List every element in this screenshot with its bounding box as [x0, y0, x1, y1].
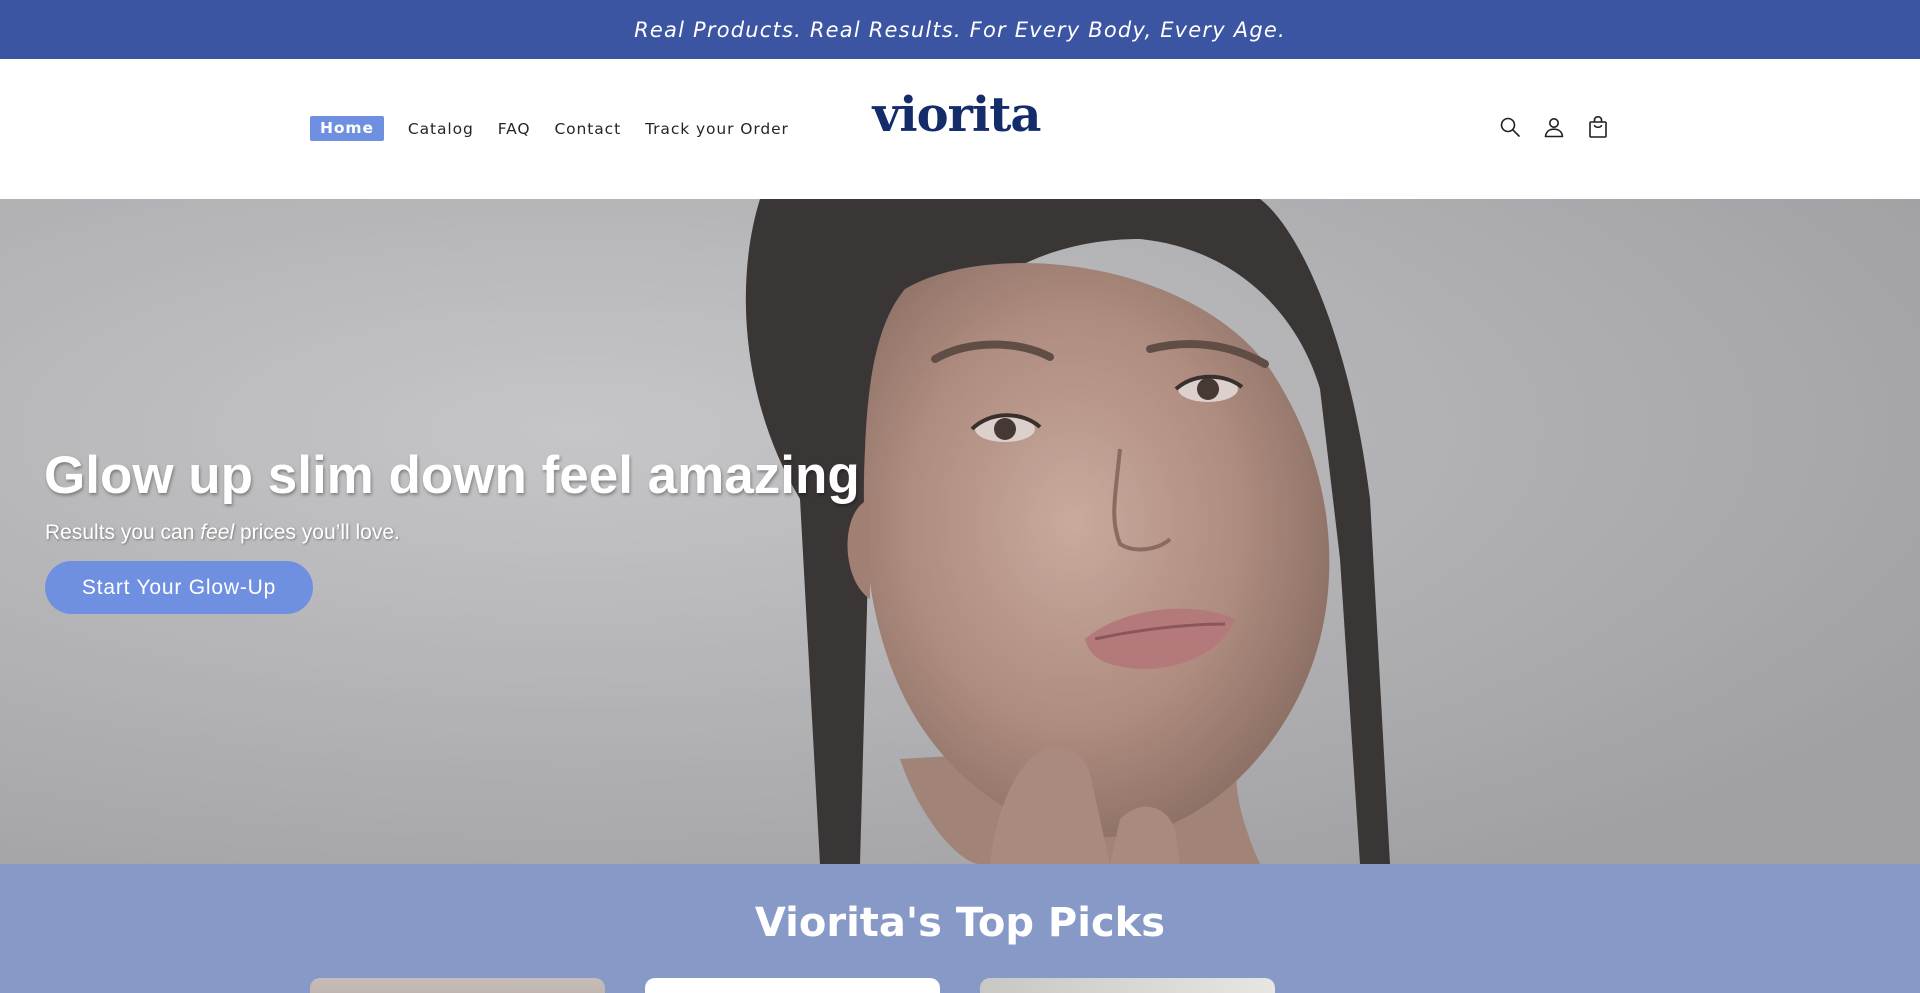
hero-banner: Glow up slim down feel amazing Results y…: [0, 199, 1920, 864]
product-card[interactable]: [310, 978, 605, 993]
search-icon[interactable]: [1497, 114, 1523, 140]
main-nav: Home Catalog FAQ Contact Track your Orde…: [310, 116, 813, 141]
site-logo[interactable]: viorita: [873, 85, 1042, 145]
nav-faq[interactable]: FAQ: [498, 120, 531, 138]
header-icons: [1497, 114, 1629, 140]
hero-subtitle-after: prices you’ll love.: [234, 521, 400, 544]
announcement-bar: Real Products. Real Results. For Every B…: [0, 0, 1920, 59]
nav-home[interactable]: Home: [310, 116, 384, 141]
announcement-text: Real Products. Real Results. For Every B…: [634, 17, 1286, 42]
site-header: Home Catalog FAQ Contact Track your Orde…: [0, 59, 1920, 199]
cart-icon[interactable]: [1585, 114, 1611, 140]
nav-track-order[interactable]: Track your Order: [645, 120, 789, 138]
hero-subtitle-emphasis: feel: [200, 521, 235, 544]
account-icon[interactable]: [1541, 114, 1567, 140]
logo-text: viorita: [872, 87, 1042, 143]
hero-subtitle-before: Results you can: [45, 521, 201, 544]
top-picks-section: Viorita's Top Picks: [0, 864, 1920, 993]
product-card[interactable]: [980, 978, 1275, 993]
hero-title: Glow up slim down feel amazing: [44, 446, 860, 505]
product-card[interactable]: [645, 978, 940, 993]
hero-subtitle: Results you can feel prices you’ll love.: [45, 521, 400, 545]
nav-contact[interactable]: Contact: [554, 120, 621, 138]
nav-catalog[interactable]: Catalog: [408, 120, 474, 138]
top-picks-title: Viorita's Top Picks: [754, 900, 1166, 946]
start-glow-up-button[interactable]: Start Your Glow-Up: [45, 561, 313, 614]
